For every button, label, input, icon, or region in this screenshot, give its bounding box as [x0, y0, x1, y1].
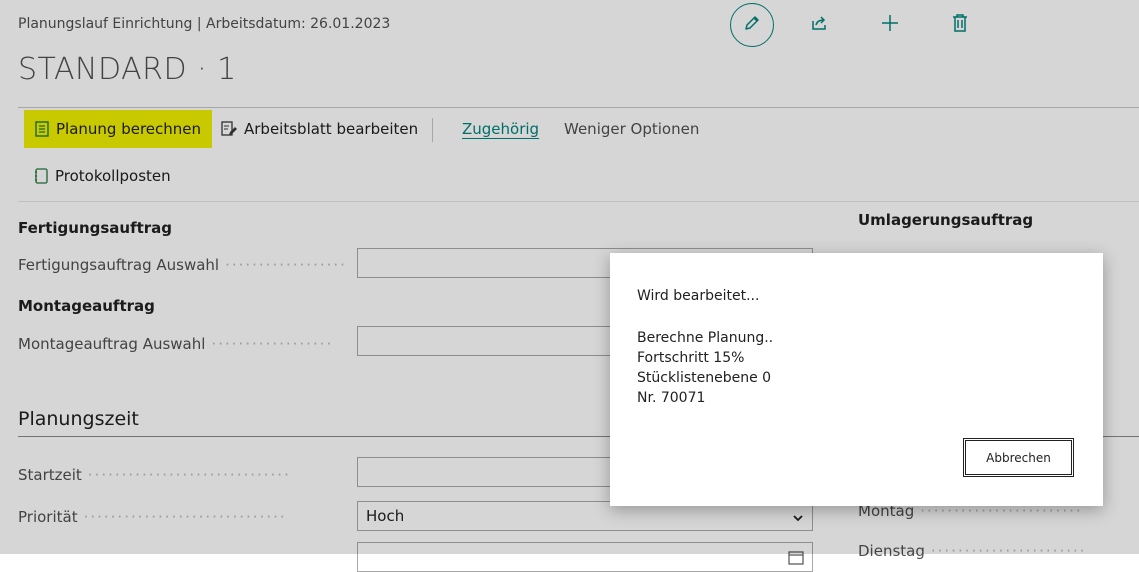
cancel-button[interactable]: Abbrechen: [963, 438, 1074, 477]
dialog-line-bom-level: Stücklistenebene 0: [637, 370, 772, 386]
dialog-title: Wird bearbeitet...: [637, 288, 760, 304]
dialog-line-number: Nr. 70071: [637, 390, 706, 406]
dialog-line-progress: Fortschritt 15%: [637, 350, 745, 366]
dialog-line-status: Berechne Planung..: [637, 330, 774, 346]
progress-dialog: Wird bearbeitet... Berechne Planung.. Fo…: [610, 253, 1103, 506]
dialog-progress-text: Berechne Planung.. Fortschritt 15% Stück…: [637, 328, 773, 408]
